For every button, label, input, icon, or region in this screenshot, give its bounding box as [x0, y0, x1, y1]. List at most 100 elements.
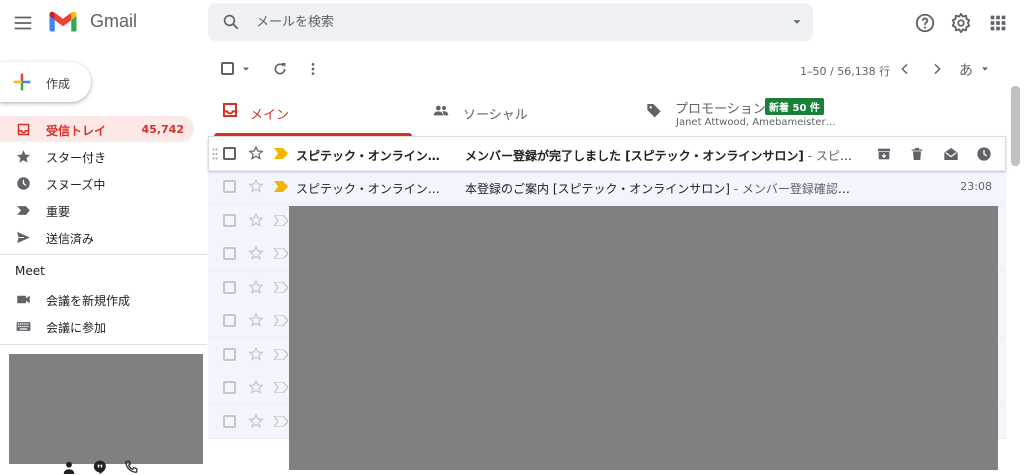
- sidebar-item-starred[interactable]: スター付き: [0, 143, 194, 169]
- email-subject-line: メンバー登録が完了しました [スピテック・オンラインサロン] - スピテ…: [465, 147, 855, 164]
- sidebar-item-label: スヌーズ中: [46, 178, 106, 192]
- hangouts-icon[interactable]: [93, 460, 107, 474]
- star-icon[interactable]: [248, 245, 264, 261]
- important-marker-icon[interactable]: [274, 315, 288, 326]
- chevron-left-icon[interactable]: [897, 61, 913, 77]
- row-checkbox[interactable]: [223, 415, 236, 428]
- archive-icon[interactable]: [876, 146, 892, 162]
- gmail-logo[interactable]: [48, 9, 78, 33]
- select-dropdown-icon[interactable]: [240, 63, 252, 75]
- row-checkbox[interactable]: [223, 180, 236, 193]
- video-camera-icon: [17, 295, 30, 304]
- star-icon[interactable]: [248, 379, 264, 395]
- important-marker-icon[interactable]: [274, 282, 288, 293]
- people-icon: [433, 105, 449, 116]
- star-icon[interactable]: [248, 279, 264, 295]
- redacted-area: [289, 206, 998, 470]
- unread-count: 45,742: [141, 123, 184, 136]
- row-checkbox[interactable]: [223, 214, 236, 227]
- sidebar-divider: [0, 254, 207, 255]
- more-options-icon[interactable]: [305, 61, 321, 77]
- menu-icon[interactable]: [12, 12, 34, 34]
- tab-label: ソーシャル: [463, 108, 528, 123]
- important-marker-icon[interactable]: [274, 382, 288, 393]
- send-icon: [17, 231, 30, 244]
- email-snippet: - メンバー登録確認メールです。 …: [733, 182, 855, 196]
- tab-primary[interactable]: メイン: [208, 90, 414, 136]
- search-bar: [208, 3, 813, 41]
- sidebar-item-sent[interactable]: 送信済み: [0, 224, 194, 250]
- keyboard-icon: [16, 322, 31, 331]
- mark-as-read-icon[interactable]: [943, 146, 959, 162]
- star-icon[interactable]: [248, 145, 264, 161]
- star-icon[interactable]: [248, 212, 264, 228]
- email-row[interactable]: スピテック・オンライン… 本登録のご案内 [スピテック・オンラインサロン] - …: [208, 170, 1006, 204]
- important-marker-icon[interactable]: [274, 416, 288, 427]
- email-subject: メンバー登録が完了しました [スピテック・オンラインサロン]: [465, 149, 804, 163]
- star-icon[interactable]: [248, 178, 264, 194]
- snooze-icon[interactable]: [976, 146, 992, 162]
- input-tools-dropdown-icon[interactable]: [980, 64, 990, 74]
- sidebar-item-label: スター付き: [46, 151, 107, 165]
- row-checkbox[interactable]: [223, 381, 236, 394]
- important-icon: [17, 206, 30, 215]
- scrollbar[interactable]: [1008, 86, 1024, 475]
- pagination-text: 1–50 / 56,138 行: [800, 65, 891, 78]
- email-sender: スピテック・オンライン…: [296, 149, 440, 163]
- input-tools-button[interactable]: あ: [959, 60, 973, 80]
- refresh-icon[interactable]: [272, 61, 288, 77]
- select-all-checkbox[interactable]: [221, 62, 234, 75]
- search-icon[interactable]: [222, 13, 240, 31]
- important-marker-icon[interactable]: [274, 215, 288, 226]
- chevron-right-icon[interactable]: [929, 61, 945, 77]
- row-checkbox[interactable]: [223, 281, 236, 294]
- sidebar-item-join-meeting[interactable]: 会議に参加: [0, 313, 194, 339]
- meet-section-title: Meet: [15, 264, 45, 278]
- compose-button[interactable]: 作成: [0, 62, 91, 102]
- important-marker-icon[interactable]: [274, 181, 288, 192]
- email-sender: スピテック・オンライン…: [296, 182, 440, 196]
- star-icon[interactable]: [248, 312, 264, 328]
- star-icon[interactable]: [248, 413, 264, 429]
- person-icon[interactable]: [62, 460, 76, 474]
- drag-handle-icon[interactable]: [212, 148, 218, 160]
- clock-icon: [17, 177, 30, 190]
- plus-icon: [13, 73, 31, 91]
- search-input[interactable]: [256, 12, 756, 32]
- sidebar-item-label: 送信済み: [46, 232, 95, 246]
- scrollbar-thumb[interactable]: [1011, 86, 1020, 166]
- gear-icon[interactable]: [950, 12, 972, 34]
- search-options-icon[interactable]: [790, 15, 804, 29]
- apps-grid-icon[interactable]: [987, 12, 1009, 34]
- row-checkbox[interactable]: [223, 147, 236, 160]
- phone-icon[interactable]: [124, 460, 138, 474]
- email-snippet: - スピテ…: [807, 149, 855, 163]
- sidebar-item-snoozed[interactable]: スヌーズ中: [0, 170, 194, 196]
- star-icon[interactable]: [248, 346, 264, 362]
- sidebar-item-inbox[interactable]: 受信トレイ 45,742: [0, 116, 194, 142]
- important-marker-icon[interactable]: [274, 349, 288, 360]
- email-row[interactable]: スピテック・オンライン… メンバー登録が完了しました [スピテック・オンラインサ…: [208, 137, 1006, 171]
- sidebar-divider: [0, 344, 207, 345]
- tab-label: メイン: [250, 108, 290, 123]
- tag-icon: [647, 104, 661, 118]
- important-marker-icon[interactable]: [274, 248, 288, 259]
- promotions-senders: Janet Attwood, Amebameister…: [676, 117, 836, 128]
- row-checkbox[interactable]: [223, 247, 236, 260]
- sidebar-item-label: 会議に参加: [46, 321, 107, 335]
- email-subject-line: 本登録のご案内 [スピテック・オンラインサロン] - メンバー登録確認メールです…: [465, 180, 855, 197]
- sidebar-item-important[interactable]: 重要: [0, 197, 194, 223]
- sidebar-item-label: 受信トレイ: [46, 124, 107, 138]
- tab-social[interactable]: ソーシャル: [420, 90, 640, 136]
- inbox-icon: [17, 123, 30, 136]
- top-bar: Gmail: [0, 0, 1024, 46]
- help-icon[interactable]: [914, 12, 936, 34]
- row-checkbox[interactable]: [223, 314, 236, 327]
- important-marker-icon[interactable]: [274, 148, 288, 159]
- tab-label: プロモーション: [675, 102, 766, 117]
- trash-icon[interactable]: [909, 146, 925, 162]
- row-checkbox[interactable]: [223, 348, 236, 361]
- inbox-icon: [223, 103, 237, 117]
- sidebar-item-label: 重要: [46, 205, 71, 219]
- sidebar-item-new-meeting[interactable]: 会議を新規作成: [0, 286, 194, 312]
